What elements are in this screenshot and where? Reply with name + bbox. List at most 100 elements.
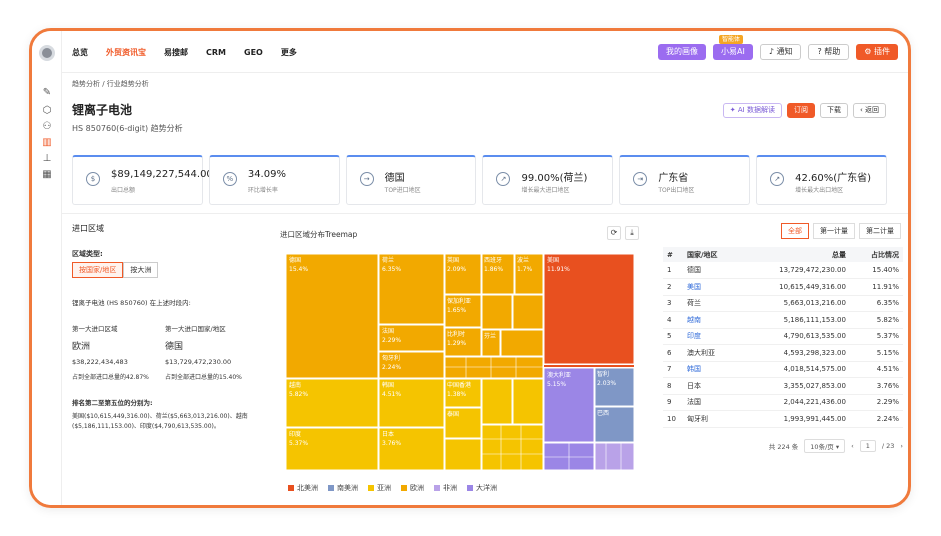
- tm-pct-vn: 5.82%: [289, 391, 308, 398]
- stat-card: $ $89,149,227,544.00 出口总额: [72, 155, 213, 205]
- breadcrumb[interactable]: 趋势分析 / 行业趋势分析: [72, 79, 149, 89]
- legend-item[interactable]: 欧洲: [401, 483, 424, 493]
- legend-item[interactable]: 大洋洲: [467, 483, 497, 493]
- table-row[interactable]: 2 美国 10,615,449,316.00 11.91%: [663, 278, 903, 296]
- subscribe-button[interactable]: 订阅: [786, 103, 815, 118]
- pen-icon[interactable]: ✎: [41, 87, 53, 99]
- table-row[interactable]: 7 韩国 4,018,514,575.00 4.51%: [663, 361, 903, 378]
- page-input[interactable]: 1: [859, 440, 876, 452]
- calendar-icon[interactable]: ▦: [41, 169, 53, 181]
- stamp-icon[interactable]: ⊥: [41, 153, 53, 165]
- back-button[interactable]: ‹ 返回: [852, 103, 886, 118]
- tm-africa[interactable]: [594, 442, 634, 470]
- row-total: 4,018,514,575.00: [739, 361, 850, 378]
- table-row[interactable]: 5 印度 4,790,613,535.00 5.37%: [663, 328, 903, 345]
- row-index: 7: [663, 361, 683, 378]
- tm-eu-c[interactable]: [500, 329, 544, 357]
- my-portrait-button[interactable]: 我的画像: [657, 44, 706, 60]
- table-row[interactable]: 8 日本 3,355,027,853.00 3.76%: [663, 377, 903, 395]
- row-country[interactable]: 韩国: [683, 361, 740, 378]
- refresh-icon[interactable]: ⟳: [607, 226, 621, 240]
- legend-item[interactable]: 亚洲: [368, 483, 391, 493]
- region-type-toggle: 按国家/地区 按大洲: [72, 262, 159, 278]
- table-row[interactable]: 4 越南 5,186,111,153.00 5.82%: [663, 311, 903, 329]
- col-index: #: [663, 247, 683, 262]
- row-country: 匈牙利: [683, 410, 740, 428]
- nav-item[interactable]: GEO: [244, 48, 263, 57]
- tm-australia[interactable]: [543, 367, 595, 443]
- row-country[interactable]: 美国: [683, 278, 740, 296]
- nav-item[interactable]: 更多: [281, 47, 297, 58]
- tm-pct-kr: 4.51%: [382, 391, 401, 398]
- tm-asia-b[interactable]: [481, 378, 513, 425]
- hierarchy-icon[interactable]: ⚇: [41, 121, 53, 133]
- nav-item[interactable]: 总览: [72, 47, 88, 58]
- chevron-down-icon: ▾: [835, 443, 840, 451]
- by-continent-toggle[interactable]: 按大洲: [123, 262, 159, 278]
- row-country: 澳大利亚: [683, 344, 740, 362]
- tm-asia-c[interactable]: [512, 378, 544, 425]
- row-share: 3.76%: [849, 377, 903, 395]
- tm-asia-small[interactable]: [481, 424, 544, 470]
- legend-label: 大洋洲: [476, 484, 497, 492]
- page-size-select[interactable]: 10条/页 ▾: [804, 439, 846, 453]
- help-label: 帮助: [824, 47, 841, 56]
- next-page-icon[interactable]: ›: [900, 442, 903, 450]
- help-button[interactable]: ? 帮助: [808, 44, 850, 60]
- tm-eu-b[interactable]: [512, 294, 544, 330]
- legend-item[interactable]: 非洲: [434, 483, 457, 493]
- treemap-chart: 德国 15.4% 荷兰 6.35% 英国 2.09% 西班牙 1.86% 波兰 …: [286, 254, 634, 470]
- tm-eu-a[interactable]: [481, 294, 513, 330]
- prev-page-icon[interactable]: ‹: [851, 442, 854, 450]
- hexagon-icon[interactable]: ⬡: [41, 105, 53, 117]
- legend-label: 北美洲: [297, 484, 318, 492]
- legend-item[interactable]: 南美洲: [328, 483, 358, 493]
- table-row[interactable]: 10 匈牙利 1,993,991,445.00 2.24%: [663, 410, 903, 428]
- table-row[interactable]: 9 法国 2,044,221,436.00 2.29%: [663, 394, 903, 411]
- ai-interpret-button[interactable]: ✦ AI 数据解读: [722, 103, 782, 118]
- main-content: 趋势分析 / 行业趋势分析 锂离子电池 HS 850760(6-digit) 趋…: [62, 73, 908, 505]
- table-row[interactable]: 1 德国 13,729,472,230.00 15.40%: [663, 262, 903, 279]
- row-country[interactable]: 越南: [683, 311, 740, 329]
- row-index: 10: [663, 410, 683, 428]
- tab-second-measure[interactable]: 第二计量: [859, 223, 901, 239]
- tm-pct-au: 5.15%: [547, 381, 566, 388]
- legend-item[interactable]: 北美洲: [288, 483, 318, 493]
- tab-all[interactable]: 全部: [781, 223, 809, 239]
- row-share: 2.29%: [849, 394, 903, 411]
- row-total: 1,993,991,445.00: [739, 410, 850, 428]
- trend-chart-icon[interactable]: ▥: [41, 137, 53, 149]
- stat-label: 环比增长率: [247, 187, 278, 194]
- treemap-legend: 北美洲 南美洲 亚洲 欧洲 非洲 大洋洲: [288, 483, 497, 493]
- download-button[interactable]: 下载: [819, 103, 848, 118]
- by-country-toggle[interactable]: 按国家/地区: [72, 262, 124, 278]
- tm-asia-a[interactable]: [444, 438, 482, 470]
- tm-label-us: 美国: [547, 256, 559, 264]
- tm-pct-hu: 2.24%: [382, 364, 401, 371]
- tm-eu-small[interactable]: [444, 356, 544, 379]
- tab-first-measure[interactable]: 第一计量: [813, 223, 855, 239]
- nav-item[interactable]: 易搜邮: [164, 47, 188, 58]
- legend-swatch: [368, 485, 374, 491]
- bell-icon: ♪: [768, 47, 774, 56]
- stat-card: % 34.09% 环比增长率: [208, 155, 340, 205]
- tm-pct-cl: 2.03%: [597, 380, 616, 387]
- row-country[interactable]: 印度: [683, 328, 740, 345]
- col-total: 总量: [739, 247, 850, 262]
- ai-interpret-label: AI 数据解读: [737, 106, 775, 114]
- table-row[interactable]: 3 荷兰 5,663,013,216.00 6.35%: [663, 295, 903, 312]
- download-icon[interactable]: ⤓: [625, 226, 639, 240]
- tm-netherlands[interactable]: [378, 254, 445, 325]
- notify-button[interactable]: ♪ 通知: [759, 44, 802, 60]
- tm-label-es: 西班牙: [484, 256, 502, 264]
- row-share: 5.15%: [849, 344, 903, 362]
- nav-item[interactable]: CRM: [206, 48, 226, 57]
- row-country: 日本: [683, 377, 740, 395]
- xiaoyi-ai-button[interactable]: 智能体 小易AI: [712, 35, 753, 60]
- plugin-button[interactable]: ⚙ 插件: [856, 44, 898, 60]
- nav-item[interactable]: 外贸资讯宝: [106, 47, 146, 58]
- stat-value: 德国: [384, 173, 405, 184]
- legend-swatch: [401, 485, 407, 491]
- col1-amount: $38,222,434,483: [72, 358, 128, 366]
- table-row[interactable]: 6 澳大利亚 4,593,298,323.00 5.15%: [663, 344, 903, 362]
